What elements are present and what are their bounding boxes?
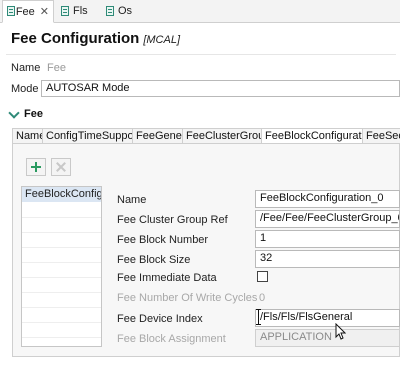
- block-number-label: Fee Block Number: [117, 234, 209, 246]
- editor-tab-bar: Fee ✕ Fls Os: [0, 0, 400, 23]
- immediate-data-label: Fee Immediate Data: [117, 272, 217, 284]
- list-item[interactable]: FeeBlockConfigu: [22, 187, 101, 202]
- name-field[interactable]: FeeBlockConfiguration_0: [255, 190, 400, 208]
- cluster-group-ref-label: Fee Cluster Group Ref: [117, 214, 228, 226]
- editor-tab-label: Fee: [15, 5, 35, 18]
- tab-config-time-support[interactable]: ConfigTimeSupport: [42, 128, 133, 144]
- text-cursor-icon: [256, 309, 261, 325]
- mode-select[interactable]: AUTOSAR Mode: [41, 80, 400, 97]
- editor-tab-label: Os: [118, 5, 133, 17]
- page-title: Fee Configuration [MCAL]: [11, 30, 180, 47]
- file-icon: [7, 6, 15, 17]
- container-tabs: Name ConfigTimeSupport FeeGeneral FeeClu…: [12, 128, 400, 144]
- section-fee[interactable]: Fee: [8, 106, 43, 120]
- close-icon[interactable]: ✕: [40, 5, 49, 18]
- section-title: Fee: [24, 108, 43, 120]
- immediate-data-checkbox[interactable]: [257, 271, 268, 282]
- page-subtitle: [MCAL]: [143, 34, 181, 46]
- mouse-pointer-icon: [335, 323, 346, 340]
- block-number-field[interactable]: 1: [255, 230, 400, 248]
- editor-tab-label: Fls: [73, 5, 88, 17]
- block-assignment-field: APPLICATION: [255, 329, 400, 347]
- chevron-down-icon: [8, 106, 20, 119]
- block-assignment-label: Fee Block Assignment: [117, 333, 226, 345]
- file-icon: [106, 5, 115, 17]
- device-index-label: Fee Device Index: [117, 313, 203, 325]
- block-size-label: Fee Block Size: [117, 254, 191, 266]
- tab-fee-general[interactable]: FeeGeneral: [132, 128, 183, 144]
- write-cycles-label: Fee Number Of Write Cycles: [117, 292, 258, 304]
- cluster-group-ref-field[interactable]: /Fee/Fee/FeeClusterGroup_0: [255, 210, 400, 228]
- mode-label: Mode: [11, 83, 39, 95]
- editor-tab-os[interactable]: Os: [102, 0, 142, 22]
- tab-name[interactable]: Name: [12, 128, 43, 144]
- name-property-label: Name: [117, 194, 147, 206]
- block-size-field[interactable]: 32: [255, 250, 400, 268]
- add-button[interactable]: [26, 158, 46, 176]
- device-index-field[interactable]: /Fls/Fls/FlsGeneral: [255, 309, 400, 327]
- remove-button[interactable]: [51, 158, 71, 176]
- plus-icon: [31, 162, 41, 172]
- divider: [6, 54, 396, 55]
- tab-fee-sector[interactable]: FeeSector: [362, 128, 400, 144]
- editor-tab-fee[interactable]: Fee ✕: [2, 0, 54, 23]
- tab-fee-cluster-group[interactable]: FeeClusterGroup: [182, 128, 262, 144]
- page-title-text: Fee Configuration: [11, 30, 140, 47]
- tab-fee-block-configuration[interactable]: FeeBlockConfiguration: [261, 128, 363, 144]
- editor-tab-fls[interactable]: Fls: [57, 0, 99, 22]
- name-value: Fee: [47, 62, 66, 74]
- file-icon: [61, 5, 70, 17]
- write-cycles-value: 0: [259, 292, 266, 304]
- container-list[interactable]: FeeBlockConfigu: [21, 186, 102, 347]
- name-label: Name: [11, 62, 41, 74]
- delete-icon: [55, 161, 67, 173]
